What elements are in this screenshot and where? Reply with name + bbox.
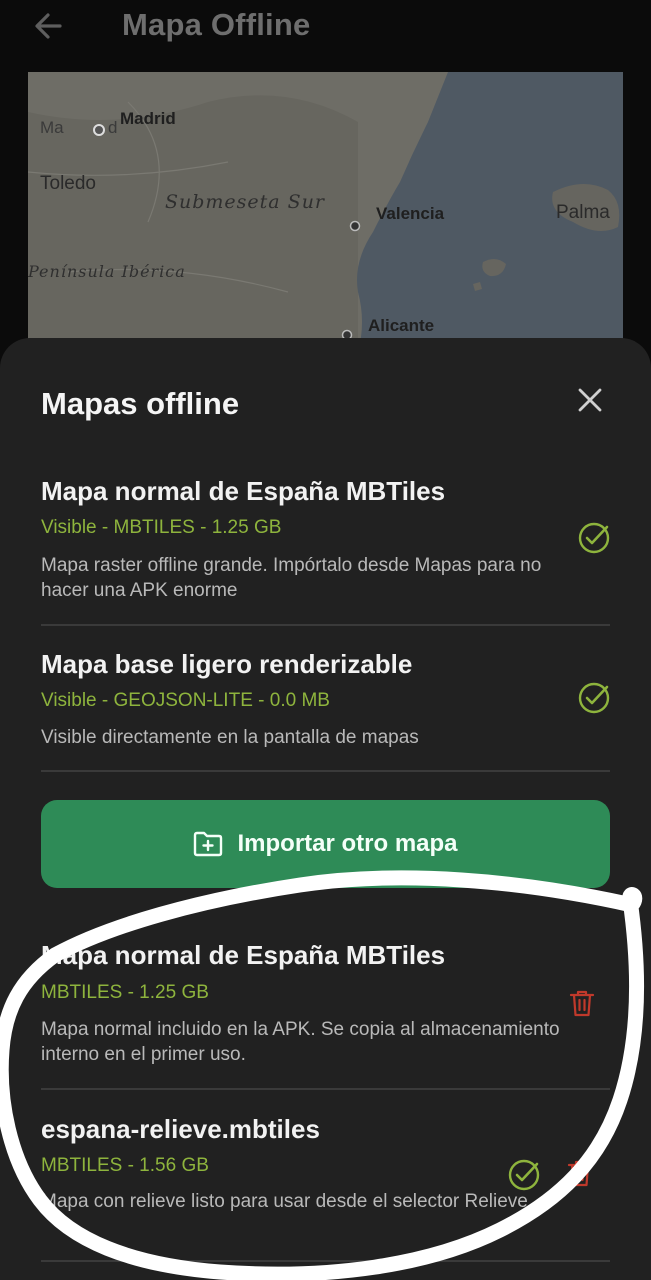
map-label-madrid-base: Ma bbox=[40, 118, 64, 137]
folder-plus-icon bbox=[194, 831, 223, 857]
map-item-title: Mapa normal de España MBTiles bbox=[41, 940, 446, 970]
check-circle-icon[interactable] bbox=[577, 681, 611, 715]
divider bbox=[41, 1260, 610, 1262]
divider bbox=[41, 624, 610, 626]
map-label-valencia: Valencia bbox=[376, 204, 445, 223]
map-label-toledo: Toledo bbox=[40, 173, 96, 194]
app-bar: Mapa Offline bbox=[0, 0, 651, 60]
map-item-description: Mapa raster offline grande. Impórtalo de… bbox=[41, 555, 542, 601]
page-title: Mapa Offline bbox=[122, 7, 311, 42]
stored-map-item[interactable]: Mapa normal de España MBTiles MBTILES - … bbox=[41, 940, 610, 1068]
trash-icon[interactable] bbox=[565, 1158, 595, 1188]
divider bbox=[41, 770, 610, 772]
map-item-meta: Visible - GEOJSON-LITE - 0.0 MB bbox=[41, 690, 330, 711]
map-terrain bbox=[28, 72, 623, 352]
visible-map-item[interactable]: Mapa base ligero renderizable Visible - … bbox=[41, 649, 610, 749]
check-circle-icon[interactable] bbox=[577, 521, 611, 555]
map-item-title: Mapa base ligero renderizable bbox=[41, 649, 413, 679]
map-preview[interactable]: Ma d Madrid Toledo Submeseta Sur Valenci… bbox=[28, 72, 623, 352]
madrid-marker bbox=[93, 124, 105, 136]
map-label-alicante: Alicante bbox=[368, 316, 435, 335]
sheet-title: Mapas offline bbox=[41, 386, 240, 421]
map-item-description: Mapa con relieve listo para usar desde e… bbox=[41, 1191, 534, 1212]
offline-maps-sheet: Mapas offline Mapa normal de España MBTi… bbox=[0, 338, 651, 1280]
map-item-title: espana-relieve.mbtiles bbox=[41, 1114, 320, 1144]
visible-map-item[interactable]: Mapa normal de España MBTiles Visible - … bbox=[41, 476, 611, 601]
map-label-submeseta: Submeseta Sur bbox=[165, 191, 326, 213]
map-label-madrid-tail: d bbox=[108, 118, 118, 137]
map-item-title: Mapa normal de España MBTiles bbox=[41, 476, 446, 506]
valencia-marker bbox=[349, 220, 361, 232]
map-label-madrid: Madrid bbox=[120, 109, 176, 128]
map-label-peninsula: Península Ibérica bbox=[28, 262, 186, 281]
map-item-meta: MBTILES - 1.25 GB bbox=[41, 982, 209, 1003]
stored-map-item[interactable]: espana-relieve.mbtiles MBTILES - 1.56 GB… bbox=[41, 1114, 610, 1244]
map-item-description: Visible directamente en la pantalla de m… bbox=[41, 727, 419, 748]
check-circle-icon[interactable] bbox=[507, 1158, 541, 1192]
import-button-label: Importar otro mapa bbox=[237, 830, 458, 857]
map-item-description: Mapa normal incluido en la APK. Se copia… bbox=[41, 1019, 560, 1065]
arrow-left-icon[interactable] bbox=[30, 8, 66, 44]
divider bbox=[41, 1088, 610, 1090]
import-map-button[interactable]: Importar otro mapa bbox=[41, 800, 610, 888]
map-item-meta: MBTILES - 1.56 GB bbox=[41, 1155, 209, 1176]
trash-icon[interactable] bbox=[567, 988, 597, 1018]
close-icon[interactable] bbox=[572, 382, 608, 418]
map-item-meta: Visible - MBTILES - 1.25 GB bbox=[41, 517, 282, 538]
map-label-palma: Palma bbox=[556, 202, 610, 223]
